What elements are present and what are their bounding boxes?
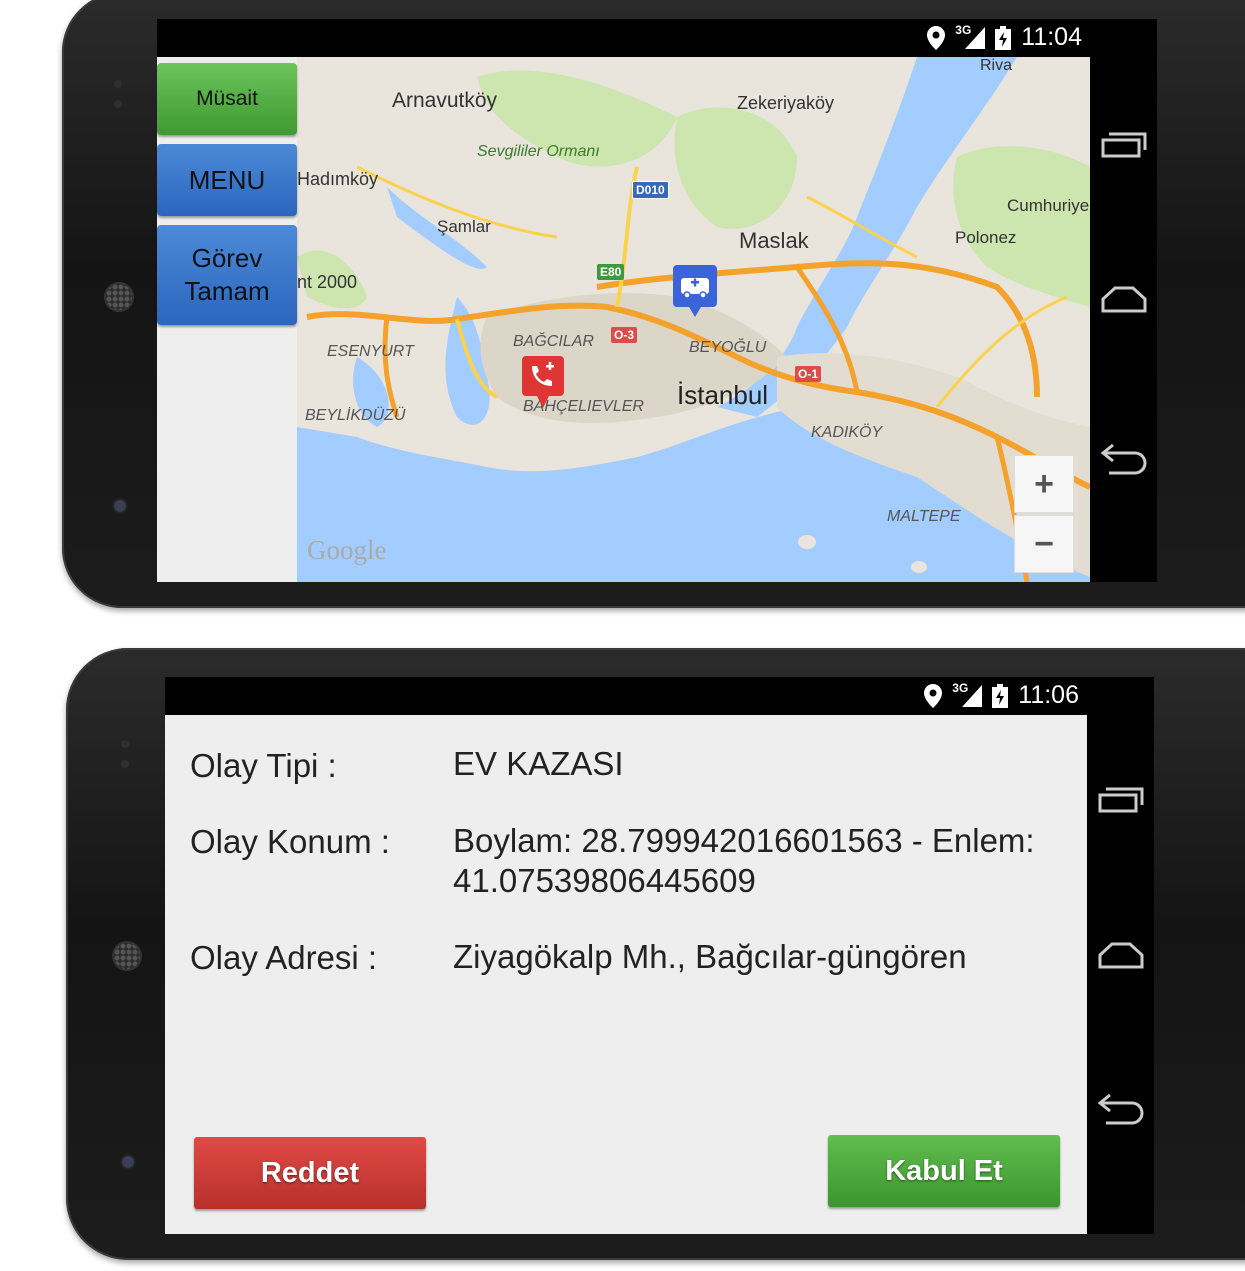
action-panel: Müsait MENU Görev Tamam [157,57,297,582]
front-camera [120,1154,136,1170]
location-icon [927,25,946,50]
map-label: Cumhuriye [1007,196,1090,215]
battery-icon [992,683,1009,708]
map-label: Maslak [739,228,809,253]
incident-address-value: Ziyagökalp Mh., Bağcılar-güngören [453,938,967,975]
signal-icon: 3G [952,681,983,707]
location-icon [924,683,943,708]
sensor-dots [121,740,129,770]
road-shield: D010 [632,181,669,199]
home-icon[interactable] [1090,269,1157,329]
map-label: Riva [980,57,1013,74]
nav-bar [1087,677,1154,1234]
available-button[interactable]: Müsait [157,63,297,135]
map-screen: 3G 11:04 Riva Arnavutköy Zekeriyaköy Sev… [157,19,1157,582]
map-label: Polonez [955,228,1017,247]
map-label: İstanbul [677,380,769,410]
incident-details-screen: 3G 11:06 Olay Tipi : EV KAZASI Olay Konu… [165,677,1154,1234]
status-time: 11:06 [1018,681,1079,709]
status-bar: 3G 11:04 [157,19,1090,57]
zoom-in-button[interactable]: + [1014,455,1074,513]
map-label: MALTEPE [887,508,961,525]
map-label: Sevgililer Ormanı [477,143,600,160]
front-camera [112,498,128,514]
task-done-label: Görev Tamam [184,243,270,306]
reject-button[interactable]: Reddet [194,1137,426,1209]
sensor-dots [114,80,122,110]
back-icon[interactable] [1087,1079,1154,1139]
road-shield: E80 [597,264,625,280]
nav-bar [1090,19,1157,582]
incident-address-label: Olay Adresi : [190,939,378,976]
speaker-grille [104,282,134,312]
incident-location-value: Boylam: 28.799942016601563 - Enlem: 41.07… [453,822,1035,899]
incident-location-label: Olay Konum : [190,823,390,860]
zoom-out-button[interactable]: − [1014,515,1074,573]
home-icon[interactable] [1087,925,1154,985]
speaker-grille [112,941,142,971]
road-shield: O-1 [795,366,822,382]
map-label: KADIKÖY [811,424,883,441]
battery-icon [995,25,1012,50]
incident-type-label: Olay Tipi : [190,747,337,784]
map-label: Arnavutköy [392,89,498,112]
road-shield: O-3 [611,327,638,343]
map-label: Zekeriyaköy [737,93,835,113]
map-label: BEYOĞLU [689,339,767,356]
back-icon[interactable] [1090,429,1157,489]
map-label: BAĞCILAR [513,333,594,350]
map-label: Hadımköy [297,169,379,189]
recent-apps-icon[interactable] [1090,114,1157,174]
menu-button[interactable]: MENU [157,144,297,216]
google-attribution: Google [307,535,387,565]
recent-apps-icon[interactable] [1087,769,1154,829]
map-label: ESENYURT [327,343,414,360]
map-label: Şamlar [437,217,491,236]
map-label: nt 2000 [297,272,358,292]
incident-type-value: EV KAZASI [453,745,624,782]
signal-icon: 3G [955,23,986,49]
task-done-button[interactable]: Görev Tamam [157,225,297,325]
status-bar: 3G 11:06 [165,677,1087,715]
map-label: BEYLİKDÜZÜ [305,407,406,424]
accept-button[interactable]: Kabul Et [828,1135,1060,1207]
status-time: 11:04 [1021,23,1082,51]
incident-details: Olay Tipi : EV KAZASI Olay Konum : Boyla… [165,715,1087,1234]
